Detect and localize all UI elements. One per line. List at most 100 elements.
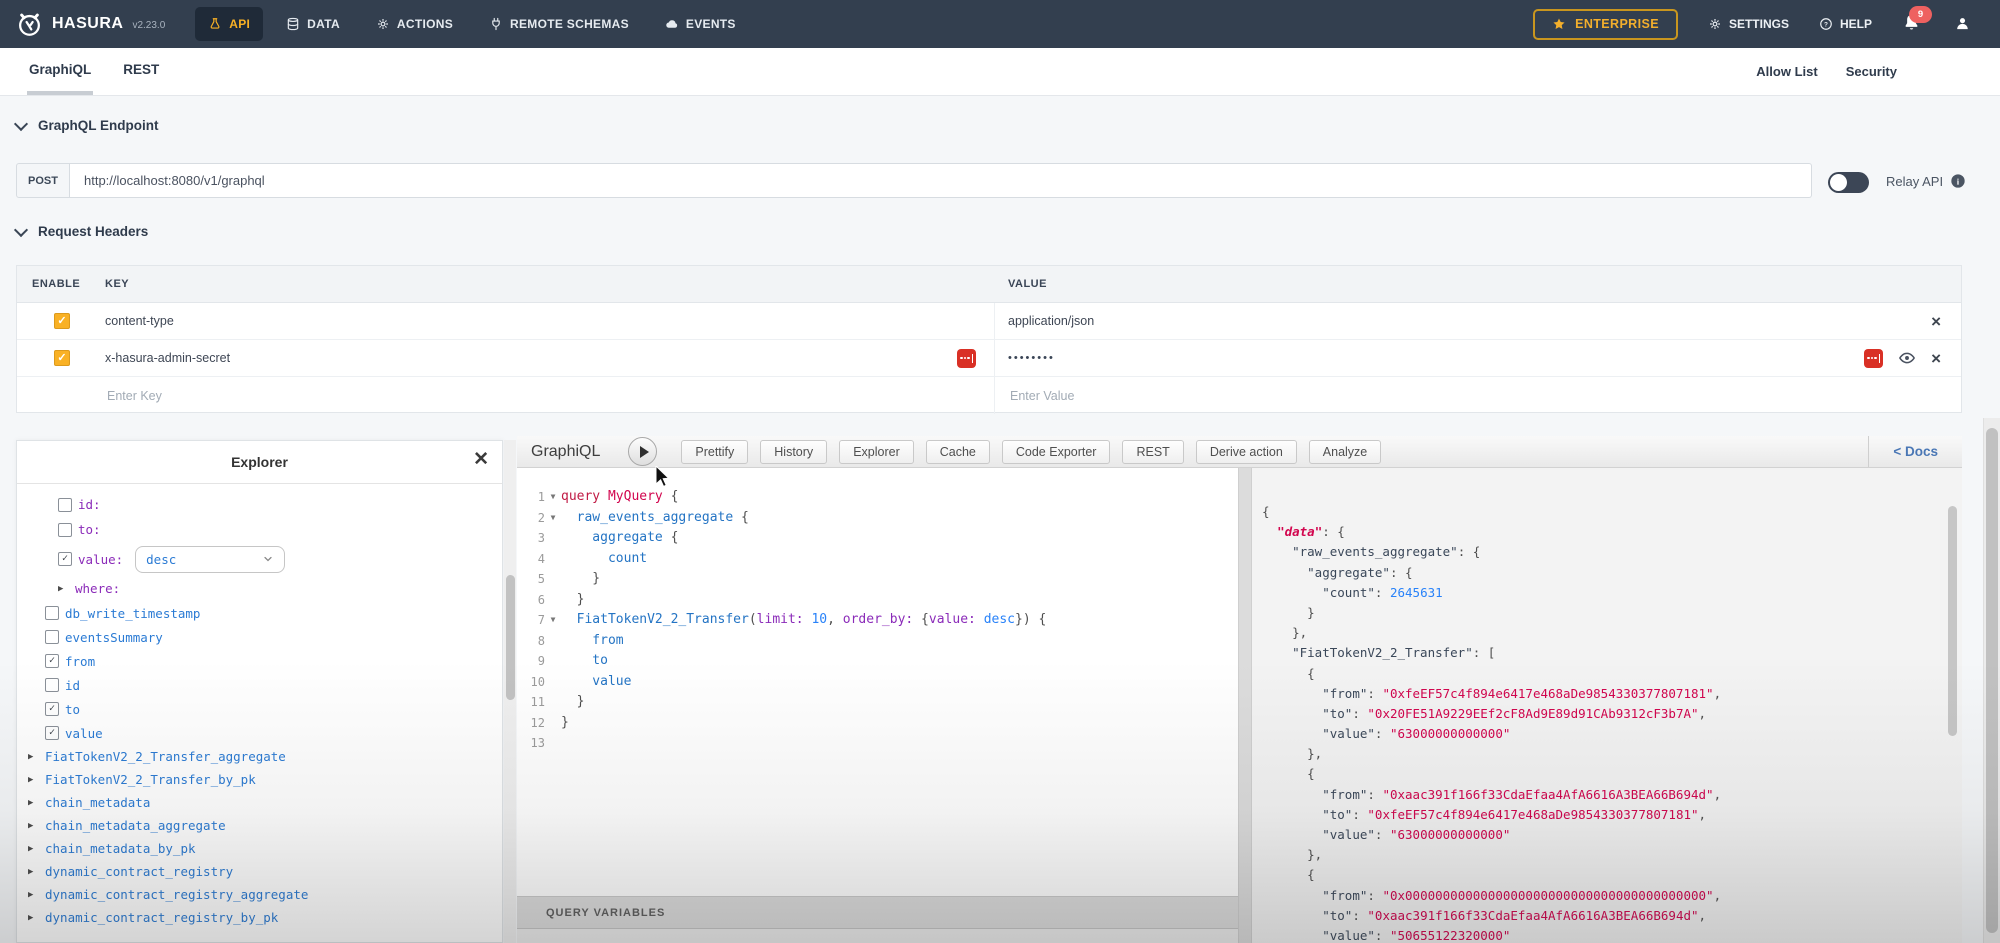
expand-arrow-icon[interactable]: ▶ — [28, 775, 41, 785]
editor-line[interactable]: 7▼ FiatTokenV2_2_Transfer(limit: 10, ord… — [517, 610, 1238, 631]
explorer-item-db-write-timestamp[interactable]: db_write_timestamp — [17, 601, 502, 625]
explorer-button[interactable]: Explorer — [839, 440, 914, 464]
new-header-key-input[interactable] — [105, 388, 909, 404]
query-editor[interactable]: 1▼query MyQuery {2▼ raw_events_aggregate… — [517, 468, 1238, 943]
explorer-checkbox[interactable]: ✓ — [45, 702, 59, 716]
explorer-checkbox[interactable] — [58, 523, 72, 537]
scrollbar-thumb[interactable] — [506, 575, 515, 700]
remove-icon[interactable]: × — [1931, 313, 1941, 330]
editor-line[interactable]: 1▼query MyQuery { — [517, 487, 1238, 508]
nav-item-events[interactable]: EVENTS — [652, 7, 749, 41]
editor-line[interactable]: 5 } — [517, 569, 1238, 590]
password-manager-icon[interactable] — [957, 349, 976, 368]
explorer-item-id[interactable]: id: — [17, 492, 502, 517]
editor-line[interactable]: 9 to — [517, 651, 1238, 672]
expand-arrow-icon[interactable]: ▶ — [28, 798, 41, 808]
explorer-item-fiattokenv2-2-transfer-by-pk[interactable]: ▶FiatTokenV2_2_Transfer_by_pk — [17, 768, 502, 791]
expand-arrow-icon[interactable]: ▶ — [58, 584, 71, 594]
pane-resize-handle[interactable] — [1238, 468, 1252, 943]
editor-line[interactable]: 10 value — [517, 672, 1238, 693]
link-security[interactable]: Security — [1846, 64, 1897, 79]
expand-arrow-icon[interactable]: ▶ — [28, 752, 41, 762]
execute-query-button[interactable] — [628, 437, 657, 466]
explorer-item-dynamic-contract-registry-aggregate[interactable]: ▶dynamic_contract_registry_aggregate — [17, 883, 502, 906]
reveal-eye-icon[interactable] — [1898, 349, 1916, 367]
editor-line[interactable]: 12} — [517, 713, 1238, 734]
remove-icon[interactable]: × — [1931, 350, 1941, 367]
explorer-item-value[interactable]: ✓value — [17, 721, 502, 745]
explorer-item-where[interactable]: ▶where: — [17, 576, 502, 601]
user-menu-button[interactable] — [1954, 15, 1972, 33]
info-icon[interactable]: i — [1950, 173, 1966, 189]
explorer-checkbox[interactable]: ✓ — [58, 552, 72, 566]
fold-arrow-icon[interactable]: ▼ — [545, 487, 561, 508]
relay-api-toggle[interactable] — [1828, 172, 1869, 193]
explorer-item-eventssummary[interactable]: eventsSummary — [17, 625, 502, 649]
explorer-checkbox[interactable] — [58, 498, 72, 512]
nav-item-data[interactable]: DATA — [273, 7, 353, 41]
link-allow-list[interactable]: Allow List — [1756, 64, 1817, 79]
explorer-item-value[interactable]: ✓value:desc — [17, 542, 502, 576]
explorer-checkbox[interactable] — [45, 678, 59, 692]
query-variables-bar[interactable]: QUERY VARIABLES — [517, 896, 1238, 929]
explorer-checkbox[interactable] — [45, 606, 59, 620]
editor-line[interactable]: 6 } — [517, 590, 1238, 611]
explorer-item-chain-metadata-by-pk[interactable]: ▶chain_metadata_by_pk — [17, 837, 502, 860]
explorer-item-id[interactable]: id — [17, 673, 502, 697]
explorer-item-to[interactable]: ✓to — [17, 697, 502, 721]
new-header-value-input[interactable] — [1008, 388, 1852, 404]
explorer-scrollbar[interactable] — [504, 440, 516, 943]
history-button[interactable]: History — [760, 440, 827, 464]
endpoint-section-header[interactable]: GraphQL Endpoint — [16, 118, 159, 133]
derive-action-button[interactable]: Derive action — [1196, 440, 1297, 464]
explorer-item-dynamic-contract-registry-by-pk[interactable]: ▶dynamic_contract_registry_by_pk — [17, 906, 502, 929]
settings-button[interactable]: SETTINGS — [1708, 17, 1789, 31]
expand-arrow-icon[interactable]: ▶ — [28, 890, 41, 900]
editor-line[interactable]: 3 aggregate { — [517, 528, 1238, 549]
code-exporter-button[interactable]: Code Exporter — [1002, 440, 1111, 464]
fold-arrow-icon[interactable]: ▼ — [545, 610, 561, 631]
enterprise-button[interactable]: ENTERPRISE — [1533, 9, 1678, 40]
explorer-item-dynamic-contract-registry[interactable]: ▶dynamic_contract_registry — [17, 860, 502, 883]
scrollbar-thumb[interactable] — [1986, 428, 1998, 933]
explorer-item-fiattokenv2-2-transfer-aggregate[interactable]: ▶FiatTokenV2_2_Transfer_aggregate — [17, 745, 502, 768]
prettify-button[interactable]: Prettify — [681, 440, 748, 464]
cache-button[interactable]: Cache — [926, 440, 990, 464]
hasura-brand[interactable]: HASURA v2.23.0 — [0, 11, 165, 38]
notifications-button[interactable]: 9 — [1902, 13, 1924, 35]
header-enabled-checkbox[interactable]: ✓ — [54, 350, 70, 366]
rest-button[interactable]: REST — [1122, 440, 1183, 464]
editor-line[interactable]: 11 } — [517, 692, 1238, 713]
query-variables-editor[interactable] — [517, 929, 1238, 943]
explorer-item-chain-metadata[interactable]: ▶chain_metadata — [17, 791, 502, 814]
explorer-item-chain-metadata-aggregate[interactable]: ▶chain_metadata_aggregate — [17, 814, 502, 837]
response-scrollbar-thumb[interactable] — [1948, 506, 1957, 736]
help-button[interactable]: ? HELP — [1819, 17, 1872, 31]
docs-button[interactable]: < Docs — [1868, 436, 1962, 467]
editor-line[interactable]: 2▼ raw_events_aggregate { — [517, 508, 1238, 529]
editor-line[interactable]: 4 count — [517, 549, 1238, 570]
nav-item-api[interactable]: API — [195, 7, 263, 41]
sort-direction-select[interactable]: desc — [135, 546, 285, 573]
explorer-checkbox[interactable] — [45, 630, 59, 644]
expand-arrow-icon[interactable]: ▶ — [28, 867, 41, 877]
fold-arrow-icon[interactable]: ▼ — [545, 508, 561, 529]
explorer-checkbox[interactable]: ✓ — [45, 726, 59, 740]
editor-line[interactable]: 13 — [517, 733, 1238, 754]
nav-item-actions[interactable]: ACTIONS — [363, 7, 466, 41]
expand-arrow-icon[interactable]: ▶ — [28, 844, 41, 854]
explorer-item-from[interactable]: ✓from — [17, 649, 502, 673]
editor-line[interactable]: 8 from — [517, 631, 1238, 652]
close-icon[interactable]: ✕ — [473, 450, 489, 469]
explorer-item-to[interactable]: to: — [17, 517, 502, 542]
tab-graphiql[interactable]: GraphiQL — [27, 48, 93, 95]
page-scrollbar[interactable] — [1983, 418, 2000, 943]
explorer-checkbox[interactable]: ✓ — [45, 654, 59, 668]
header-enabled-checkbox[interactable]: ✓ — [54, 313, 70, 329]
nav-item-remote-schemas[interactable]: REMOTE SCHEMAS — [476, 7, 642, 41]
expand-arrow-icon[interactable]: ▶ — [28, 913, 41, 923]
analyze-button[interactable]: Analyze — [1309, 440, 1381, 464]
tab-rest[interactable]: REST — [121, 48, 161, 95]
expand-arrow-icon[interactable]: ▶ — [28, 821, 41, 831]
endpoint-url-input[interactable] — [70, 163, 1812, 198]
